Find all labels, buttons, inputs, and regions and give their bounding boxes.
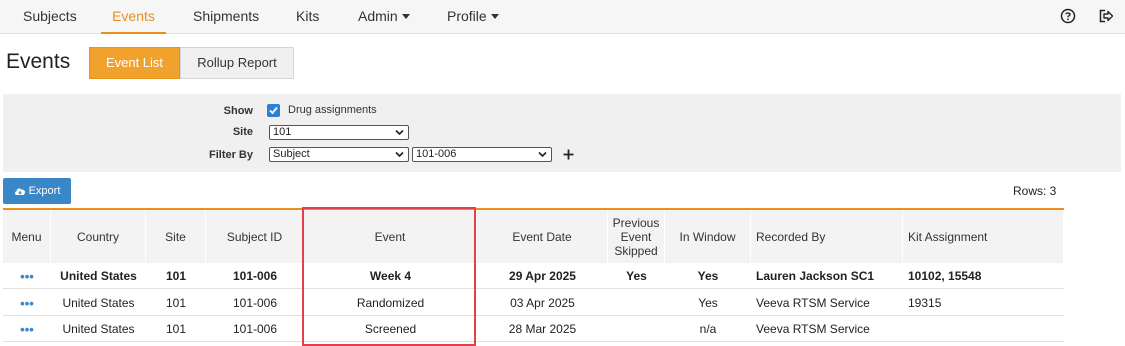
header-menu: Menu — [3, 210, 51, 263]
filter-by-field-value: Subject — [273, 148, 310, 160]
chevron-down-icon — [395, 151, 404, 158]
chevron-down-icon — [395, 129, 404, 136]
cell-in-window: n/a — [699, 322, 717, 336]
row-menu-icon[interactable]: ••• — [3, 316, 51, 342]
header-subject-id[interactable]: Subject ID — [206, 210, 304, 263]
drug-assignments-label: Drug assignments — [288, 104, 377, 116]
table-header: Menu Country Site Subject ID Event Event… — [3, 210, 1064, 263]
table-row: ••• United States 101 101-006 Randomized… — [3, 290, 1064, 316]
logout-icon[interactable] — [1098, 8, 1114, 24]
row-menu-icon[interactable]: ••• — [3, 290, 51, 316]
cloud-download-icon — [14, 188, 25, 195]
cell-kit-assignment — [903, 316, 1064, 342]
cell-subject-id: 101-006 — [232, 322, 278, 336]
cell-subject-id: 101-006 — [232, 269, 278, 283]
cell-skipped — [608, 316, 665, 342]
cell-subject-id: 101-006 — [232, 296, 278, 310]
row-menu-icon[interactable]: ••• — [3, 263, 51, 289]
cell-in-window: Yes — [697, 269, 719, 283]
header-country[interactable]: Country — [51, 210, 146, 263]
drug-assignments-checkbox[interactable] — [267, 104, 280, 117]
cell-country: United States — [62, 296, 135, 310]
cell-country: United States — [60, 269, 137, 283]
help-circle-icon[interactable] — [1060, 8, 1076, 24]
nav-admin[interactable]: Admin — [358, 8, 410, 34]
header-recorded-by[interactable]: Recorded By — [751, 210, 903, 263]
caret-down-icon — [401, 14, 410, 19]
cell-event: Screened — [364, 322, 417, 336]
table-row: ••• United States 101 101-006 Week 4 29 … — [3, 263, 1064, 289]
filter-by-label: Filter By — [208, 149, 253, 161]
nav-shipments[interactable]: Shipments — [193, 8, 259, 34]
cell-site: 101 — [165, 269, 187, 283]
header-kit-assignment[interactable]: Kit Assignment — [903, 210, 1064, 263]
nav-profile[interactable]: Profile — [447, 8, 499, 34]
nav-admin-label: Admin — [358, 8, 398, 24]
nav-kits[interactable]: Kits — [296, 8, 319, 34]
cell-recorded-by: Lauren Jackson SC1 — [756, 269, 875, 283]
top-nav: Subjects Events Shipments Kits Admin Pro… — [0, 0, 1125, 34]
cell-kit-assignment: 19315 — [908, 296, 942, 310]
table-row: ••• United States 101 101-006 Screened 2… — [3, 316, 1064, 342]
filter-by-value-text: 101-006 — [416, 148, 457, 160]
cell-skipped: Yes — [626, 269, 647, 283]
filter-by-value-select[interactable]: 101-006 — [412, 147, 552, 162]
plus-icon[interactable] — [563, 149, 574, 160]
cell-site: 101 — [165, 322, 187, 336]
header-event-date[interactable]: Event Date — [477, 210, 608, 263]
site-label: Site — [232, 126, 253, 138]
cell-event-date: 03 Apr 2025 — [510, 296, 575, 310]
site-select-value: 101 — [273, 126, 292, 138]
chevron-down-icon — [538, 151, 547, 158]
cell-recorded-by: Veeva RTSM Service — [756, 296, 870, 310]
caret-down-icon — [490, 14, 499, 19]
cell-in-window: Yes — [698, 296, 718, 310]
header-site[interactable]: Site — [146, 210, 206, 263]
site-select[interactable]: 101 — [269, 125, 409, 140]
filter-panel: Show Drug assignments Site 101 Filter By… — [3, 94, 1121, 172]
header-previous-event-skipped[interactable]: Previous Event Skipped — [608, 210, 665, 263]
tab-event-list[interactable]: Event List — [89, 47, 180, 79]
events-table: Menu Country Site Subject ID Event Event… — [3, 208, 1064, 342]
page-title: Events — [6, 50, 71, 73]
header-in-window[interactable]: In Window — [665, 210, 751, 263]
nav-events[interactable]: Events — [101, 8, 166, 34]
export-label: Export — [28, 185, 61, 197]
filter-by-field-select[interactable]: Subject — [269, 147, 409, 162]
rows-count: Rows: 3 — [1013, 184, 1057, 198]
cell-recorded-by: Veeva RTSM Service — [756, 322, 870, 336]
cell-event: Week 4 — [369, 269, 412, 283]
tab-rollup-report[interactable]: Rollup Report — [180, 47, 294, 79]
check-icon — [269, 106, 278, 115]
cell-site: 101 — [165, 296, 187, 310]
nav-subjects[interactable]: Subjects — [23, 8, 77, 34]
header-event[interactable]: Event — [304, 210, 477, 263]
show-label: Show — [223, 105, 253, 117]
cell-event: Randomized — [356, 296, 425, 310]
cell-country: United States — [62, 322, 135, 336]
nav-profile-label: Profile — [447, 8, 487, 24]
cell-kit-assignment: 10102, 15548 — [908, 269, 982, 283]
cell-event-date: 28 Mar 2025 — [508, 322, 577, 336]
cell-skipped — [608, 290, 665, 316]
export-button[interactable]: Export — [3, 178, 71, 204]
cell-event-date: 29 Apr 2025 — [509, 269, 576, 283]
